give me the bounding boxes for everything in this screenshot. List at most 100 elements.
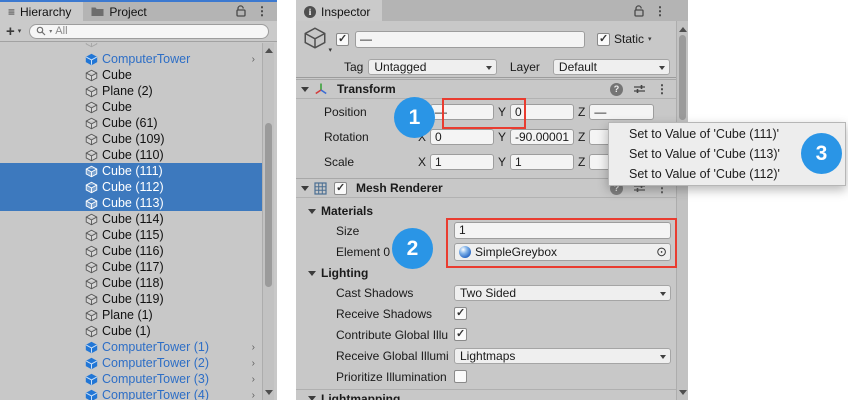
hierarchy-row[interactable]: Plane (2) ›: [0, 83, 262, 99]
receive-shadows-checkbox[interactable]: [454, 307, 467, 320]
hierarchy-row[interactable]: Cube (113) ›: [0, 195, 262, 211]
cube-icon: [85, 325, 98, 338]
prefab-cube-icon: [85, 373, 98, 386]
gameobject-icon-button[interactable]: ▾: [302, 26, 330, 52]
hierarchy-row[interactable]: ComputerTower (1) ›: [0, 339, 262, 355]
position-z-field[interactable]: —: [589, 104, 654, 120]
hierarchy-row-label: Plane (1): [102, 308, 153, 322]
create-button[interactable]: +: [6, 24, 15, 39]
hierarchy-row[interactable]: ComputerTower (4) ›: [0, 387, 262, 400]
hierarchy-row[interactable]: Cube (1) ›: [0, 323, 262, 339]
hierarchy-row[interactable]: Cube ›: [0, 67, 262, 83]
contribute-gi-row: Contribute Global Illu: [296, 326, 676, 343]
hierarchy-row[interactable]: Cube (119) ›: [0, 291, 262, 307]
hierarchy-row[interactable]: Cube (110) ›: [0, 147, 262, 163]
expand-arrow-icon[interactable]: ›: [252, 358, 255, 369]
hierarchy-row[interactable]: ComputerTower ›: [0, 51, 262, 67]
contribute-gi-checkbox[interactable]: [454, 328, 467, 341]
expand-arrow-icon[interactable]: ›: [252, 390, 255, 400]
create-dropdown-icon[interactable]: ▾: [18, 27, 22, 35]
tab-hierarchy-label: Hierarchy: [20, 5, 71, 19]
lock-icon[interactable]: [634, 5, 645, 17]
receive-gi-dropdown[interactable]: Lightmaps: [454, 348, 671, 364]
gameobject-name-field[interactable]: —: [355, 31, 585, 48]
hierarchy-row[interactable]: ComputerTower (2) ›: [0, 355, 262, 371]
transform-title: Transform: [337, 82, 396, 96]
receive-gi-row: Receive Global Illumi Lightmaps: [296, 347, 676, 364]
tab-inspector[interactable]: i Inspector: [296, 0, 382, 21]
tag-dropdown[interactable]: Untagged: [368, 59, 497, 75]
cast-shadows-label: Cast Shadows: [336, 286, 454, 300]
panel-menu-icon[interactable]: ⋮: [256, 5, 268, 17]
hierarchy-row[interactable]: Cube (61) ›: [0, 115, 262, 131]
rotation-x-field[interactable]: 0: [430, 129, 494, 145]
tab-hierarchy[interactable]: ≡ Hierarchy: [0, 0, 83, 21]
component-enabled-checkbox[interactable]: [334, 182, 347, 195]
prefab-cube-icon: [85, 341, 98, 354]
presets-icon[interactable]: [633, 83, 646, 95]
inspector-scrollbar[interactable]: [676, 21, 688, 400]
scroll-down-icon[interactable]: [679, 390, 687, 395]
transform-icon: [314, 82, 328, 96]
scroll-down-icon[interactable]: [265, 390, 273, 395]
lighting-foldout[interactable]: Lighting: [296, 265, 676, 281]
hierarchy-panel: ≡ Hierarchy Project ⋮ + ▾ ▾ All: [0, 0, 277, 400]
hierarchy-search-input[interactable]: ▾ All: [29, 24, 269, 39]
tab-project[interactable]: Project: [83, 0, 158, 21]
prioritize-illumination-checkbox[interactable]: [454, 370, 467, 383]
hierarchy-row[interactable]: Cube (116) ›: [0, 243, 262, 259]
help-icon[interactable]: ?: [610, 83, 623, 96]
mesh-renderer-title: Mesh Renderer: [356, 181, 443, 195]
materials-size-field[interactable]: 1: [454, 222, 671, 239]
layer-dropdown[interactable]: Default: [553, 59, 670, 75]
hierarchy-row-label: ComputerTower (1): [102, 340, 209, 354]
hierarchy-row[interactable]: Cube ›: [0, 99, 262, 115]
expand-arrow-icon[interactable]: ›: [252, 374, 255, 385]
hierarchy-row[interactable]: Cube (115) ›: [0, 227, 262, 243]
materials-foldout[interactable]: Materials: [296, 203, 676, 219]
cast-shadows-dropdown[interactable]: Two Sided: [454, 285, 671, 301]
hierarchy-row[interactable]: Cube (112) ›: [0, 179, 262, 195]
cube-icon: [85, 117, 98, 130]
axis-x-label: X: [418, 155, 426, 169]
rotation-y-field[interactable]: -90.00001: [510, 129, 574, 145]
panel-menu-icon[interactable]: ⋮: [654, 5, 666, 17]
material-icon: [459, 246, 471, 258]
clipped-row-icon: [85, 43, 98, 48]
hierarchy-scrollbar[interactable]: [262, 43, 274, 400]
foldout-arrow-icon[interactable]: [301, 186, 309, 191]
hierarchy-row[interactable]: Cube (111) ›: [0, 163, 262, 179]
hierarchy-row[interactable]: Cube (109) ›: [0, 131, 262, 147]
transform-header[interactable]: Transform ? ⋮: [296, 79, 676, 99]
scroll-up-icon[interactable]: [679, 27, 687, 32]
unity-editor: ≡ Hierarchy Project ⋮ + ▾ ▾ All: [0, 0, 848, 400]
position-x-field[interactable]: —: [430, 104, 494, 120]
component-menu-icon[interactable]: ⋮: [656, 83, 668, 95]
static-dropdown-icon[interactable]: ▾: [648, 35, 652, 43]
hierarchy-scroll-thumb[interactable]: [265, 123, 272, 287]
hierarchy-row[interactable]: Plane (1) ›: [0, 307, 262, 323]
hierarchy-row[interactable]: Cube (114) ›: [0, 211, 262, 227]
hierarchy-row[interactable]: Cube (117) ›: [0, 259, 262, 275]
inspector-scroll-thumb[interactable]: [679, 35, 686, 120]
scale-x-field[interactable]: 1: [430, 154, 494, 170]
lightmapping-foldout[interactable]: Lightmapping: [296, 389, 676, 400]
expand-arrow-icon[interactable]: ›: [252, 54, 255, 65]
hierarchy-row[interactable]: Cube (118) ›: [0, 275, 262, 291]
lock-icon[interactable]: [236, 5, 247, 17]
foldout-arrow-icon[interactable]: [301, 87, 309, 92]
object-picker-icon[interactable]: ⊙: [656, 245, 667, 258]
static-checkbox[interactable]: [597, 33, 610, 46]
axis-z-label: Z: [578, 155, 585, 169]
prefab-cube-icon: [85, 357, 98, 370]
hierarchy-row-label: Cube (118): [102, 276, 164, 290]
hierarchy-row[interactable]: ComputerTower (3) ›: [0, 371, 262, 387]
scroll-up-icon[interactable]: [265, 48, 273, 53]
active-checkbox[interactable]: [336, 33, 349, 46]
hierarchy-row-label: Cube (117): [102, 260, 164, 274]
scale-y-field[interactable]: 1: [510, 154, 574, 170]
expand-arrow-icon[interactable]: ›: [252, 342, 255, 353]
search-filter-caret-icon[interactable]: ▾: [49, 28, 52, 35]
element0-object-field[interactable]: SimpleGreybox ⊙: [454, 243, 671, 261]
position-y-field[interactable]: 0: [510, 104, 574, 120]
